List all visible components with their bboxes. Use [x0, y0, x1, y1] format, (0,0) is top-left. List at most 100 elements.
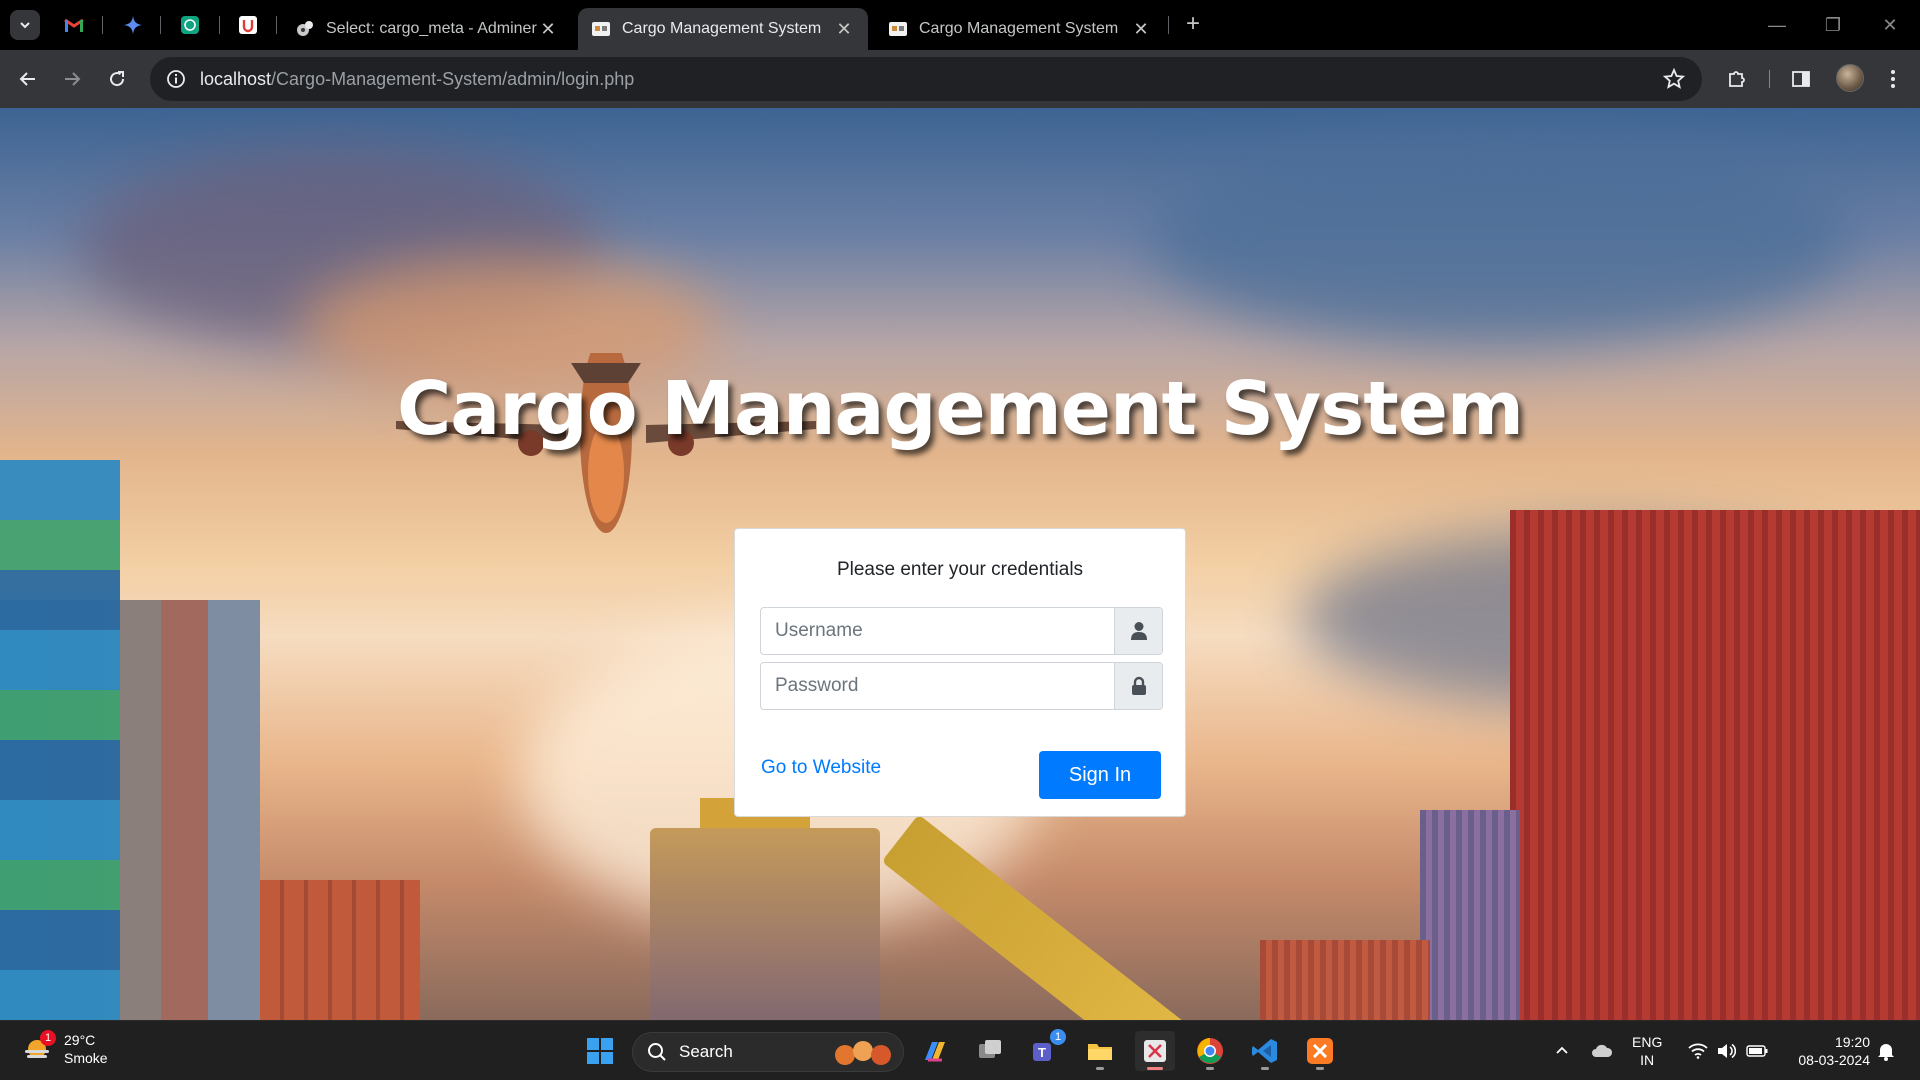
running-indicator — [1096, 1067, 1104, 1070]
new-tab-button[interactable]: + — [1180, 12, 1206, 38]
language-indicator[interactable]: ENG IN — [1632, 1033, 1662, 1069]
search-highlight-icon — [835, 1041, 891, 1065]
lock-icon — [1131, 676, 1146, 695]
browser-menu-button[interactable] — [1880, 66, 1906, 92]
side-panel-icon — [1792, 71, 1810, 87]
taskbar-snipping-tool[interactable] — [1135, 1031, 1175, 1071]
chrome-icon — [1197, 1038, 1223, 1064]
taskbar-file-explorer[interactable] — [1080, 1031, 1120, 1071]
running-indicator — [1206, 1067, 1214, 1070]
volume-status[interactable] — [1714, 1021, 1738, 1080]
search-icon — [648, 1043, 666, 1061]
login-page: Cargo Management System Please enter you… — [0, 108, 1920, 1020]
taskbar-task-view[interactable] — [970, 1031, 1010, 1071]
address-bar[interactable]: localhost/Cargo-Management-System/admin/… — [150, 57, 1702, 101]
onedrive-button[interactable] — [1588, 1021, 1616, 1080]
notifications-button[interactable] — [1874, 1021, 1898, 1080]
adminer-icon — [297, 21, 313, 36]
site-favicon-icon — [592, 22, 610, 36]
active-indicator — [1147, 1067, 1163, 1070]
minimize-button[interactable]: — — [1757, 10, 1797, 40]
back-button[interactable] — [12, 63, 44, 95]
svg-text:T: T — [1038, 1045, 1046, 1060]
tab-separator — [160, 16, 161, 34]
pinned-tab-gemini[interactable] — [119, 11, 147, 39]
close-icon[interactable]: ✕ — [1131, 19, 1151, 39]
copilot-icon — [925, 1042, 945, 1062]
user-icon — [1130, 622, 1147, 640]
app-favicon-icon — [239, 16, 257, 34]
tab-title: Cargo Management System — [919, 20, 1119, 37]
password-input[interactable] — [761, 663, 1114, 709]
tab-search-button[interactable] — [10, 10, 40, 40]
bookmark-star-icon[interactable] — [1662, 67, 1686, 91]
taskbar-teams[interactable]: T 1 — [1025, 1029, 1066, 1071]
password-field — [760, 662, 1163, 710]
extensions-button[interactable] — [1724, 66, 1750, 92]
arrow-left-icon — [19, 72, 35, 86]
weather-smoke-icon: 1 — [22, 1030, 56, 1064]
site-info-icon[interactable] — [164, 67, 188, 91]
pinned-tab-gmail[interactable] — [60, 11, 88, 39]
page-title: Cargo Management System — [396, 366, 1524, 452]
restore-button[interactable]: ❐ — [1813, 10, 1853, 40]
battery-status[interactable] — [1744, 1021, 1770, 1080]
side-panel-button[interactable] — [1788, 66, 1814, 92]
site-favicon-icon — [889, 22, 907, 36]
weather-badge: 1 — [40, 1030, 56, 1046]
url-host: localhost — [200, 68, 272, 89]
weather-temp: 29°C — [64, 1032, 96, 1048]
wifi-status[interactable] — [1686, 1021, 1710, 1080]
clock-date: 08-03-2024 — [1798, 1052, 1870, 1068]
taskbar-vscode[interactable] — [1245, 1031, 1285, 1071]
taskbar-search[interactable]: Search — [632, 1032, 904, 1072]
login-card: Please enter your credentials Go to Webs… — [734, 528, 1186, 817]
tab-cargo-active[interactable]: Cargo Management System ✕ — [578, 8, 868, 50]
battery-icon — [1746, 1045, 1768, 1057]
taskbar-chrome[interactable] — [1190, 1031, 1230, 1071]
close-window-button[interactable]: ✕ — [1870, 10, 1910, 40]
weather-widget[interactable]: 1 29°C Smoke — [22, 1030, 108, 1067]
cloud-icon — [1592, 1044, 1613, 1057]
tab-separator — [219, 16, 220, 34]
start-button[interactable] — [580, 1031, 620, 1071]
arrow-right-icon — [65, 72, 81, 86]
xampp-icon — [1307, 1038, 1333, 1064]
forward-button[interactable] — [56, 63, 88, 95]
pinned-tab-chatgpt[interactable] — [176, 11, 204, 39]
teams-badge: 1 — [1050, 1029, 1066, 1045]
url-path: /Cargo-Management-System/admin/login.php — [271, 68, 635, 89]
close-icon[interactable]: ✕ — [834, 19, 854, 39]
tab-separator — [102, 16, 103, 34]
sign-in-button[interactable]: Sign In — [1039, 751, 1161, 799]
browser-tab-bar: Select: cargo_meta - Adminer ✕ Cargo Man… — [0, 0, 1920, 50]
close-icon[interactable]: ✕ — [538, 19, 558, 39]
taskbar-clock[interactable]: 19:20 08-03-2024 — [1770, 1033, 1870, 1069]
taskbar-copilot[interactable] — [915, 1031, 955, 1071]
tray-overflow-button[interactable] — [1550, 1021, 1574, 1080]
taskbar-xampp[interactable] — [1300, 1031, 1340, 1071]
tab-title: Select: cargo_meta - Adminer — [326, 20, 537, 37]
browser-toolbar: localhost/Cargo-Management-System/admin/… — [0, 50, 1920, 108]
tab-adminer[interactable]: Select: cargo_meta - Adminer ✕ — [282, 8, 572, 50]
gemini-sparkle-icon — [124, 16, 142, 34]
language-region: IN — [1640, 1052, 1655, 1068]
vscode-icon — [1252, 1039, 1277, 1063]
folder-icon — [1088, 1044, 1112, 1060]
go-to-website-link[interactable]: Go to Website — [761, 757, 881, 779]
pinned-tab-app[interactable] — [234, 11, 262, 39]
username-addon — [1114, 608, 1162, 654]
tab-cargo[interactable]: Cargo Management System ✕ — [875, 8, 1165, 50]
tab-title: Cargo Management System — [622, 20, 822, 37]
running-indicator — [1316, 1067, 1324, 1070]
bell-icon — [1878, 1044, 1894, 1061]
gmail-icon — [64, 18, 84, 32]
container-stack-right — [1510, 510, 1920, 1020]
kebab-menu-icon — [1891, 70, 1895, 88]
username-input[interactable] — [761, 608, 1114, 654]
reload-button[interactable] — [101, 63, 133, 95]
profile-avatar[interactable] — [1836, 64, 1864, 92]
chevron-up-icon — [1556, 1046, 1568, 1054]
tab-separator — [1168, 16, 1169, 34]
login-message: Please enter your credentials — [836, 559, 1084, 580]
